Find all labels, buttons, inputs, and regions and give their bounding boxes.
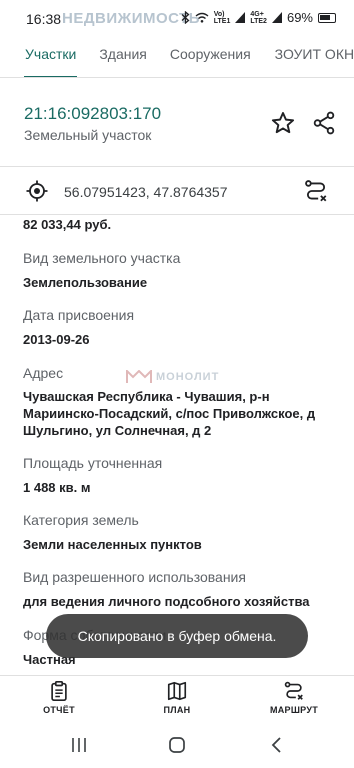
tab-plots[interactable]: Участки [23,36,78,77]
field-label: Адрес [23,365,64,381]
field-label: Вид земельного участка [23,250,181,266]
field-label: Площадь уточненная [23,455,163,471]
map-icon [167,681,187,701]
field-value[interactable]: Землепользование [23,274,343,291]
back-icon[interactable] [268,736,286,754]
details-list: 82 033,44 руб. Вид земельного участка Зе… [0,215,354,675]
tab-bar: Участки Здания Сооружения ЗОУИТ ОКН [0,36,354,78]
home-icon[interactable] [168,736,186,754]
share-button[interactable] [311,110,337,136]
signal-sim1: Vo) LTE1 [213,10,231,25]
toast-text: Скопировано в буфер обмена. [77,628,277,644]
bluetooth-icon [181,11,190,24]
toast-message: Скопировано в буфер обмена. [46,614,308,658]
field-label: Вид разрешенного использования [23,569,246,585]
route-button[interactable] [303,178,329,204]
battery-icon [318,12,336,23]
tab-buildings[interactable]: Здания [99,36,147,77]
object-type: Земельный участок [24,127,152,143]
coordinates-text[interactable]: 56.07951423, 47.8764357 [64,184,228,200]
field-label: Дата присвоения [23,307,135,323]
cadastral-value: 82 033,44 руб. [23,217,112,232]
nav-plan-label: ПЛАН [163,705,191,715]
cadastral-number[interactable]: 21:16:092803:170 [24,104,161,124]
signal-sim2: 4G+ LTE2 [250,10,267,25]
route-icon [305,180,327,202]
battery-percent: 69% [286,10,313,25]
clipboard-icon [51,681,67,701]
field-value[interactable]: 2013-09-26 [23,331,343,348]
star-icon [271,112,295,134]
status-watermark: НЕДВИЖИМОСТЬ [62,10,201,27]
field-value[interactable]: Чувашская Республика - Чувашия, р-н Мари… [23,388,343,439]
watermark-logo-icon [126,370,152,383]
watermark-text: МОНОЛИТ [156,371,220,383]
favorite-button[interactable] [270,110,296,136]
nav-route-button[interactable]: МАРШРУТ [254,680,334,720]
field-value[interactable]: 1 488 кв. м [23,479,343,496]
status-bar: 16:38 НЕДВИЖИМОСТЬ Vo) LTE1 4G+ LTE2 69% [0,0,354,36]
tab-structures[interactable]: Сооружения [170,36,251,77]
wifi-icon [195,12,209,23]
tab-zouit-okn[interactable]: ЗОУИТ ОКН [275,36,354,77]
location-target-icon [26,180,48,202]
watermark-logo: МОНОЛИТ [126,370,219,384]
nav-route-label: МАРШРУТ [269,705,319,715]
system-nav-bar [0,722,354,768]
signal-icon-2 [271,12,282,23]
route-icon [284,681,303,700]
status-icons: Vo) LTE1 4G+ LTE2 69% [181,10,336,25]
nav-report-button[interactable]: ОТЧЁТ [19,680,99,720]
status-time: 16:38 [26,11,62,27]
divider [0,166,354,167]
recent-apps-icon[interactable] [70,737,88,753]
signal-icon [235,12,246,23]
share-icon [313,111,335,135]
field-label: Категория земель [23,512,139,528]
field-value[interactable]: для ведения личного подсобного хозяйства [23,593,343,610]
coordinates-row[interactable]: 56.07951423, 47.8764357 [0,170,354,214]
bottom-nav: ОТЧЁТ ПЛАН МАРШРУТ [0,675,354,722]
nav-report-label: ОТЧЁТ [43,705,75,715]
nav-plan-button[interactable]: ПЛАН [137,680,217,720]
field-value[interactable]: Земли населенных пунктов [23,536,343,553]
